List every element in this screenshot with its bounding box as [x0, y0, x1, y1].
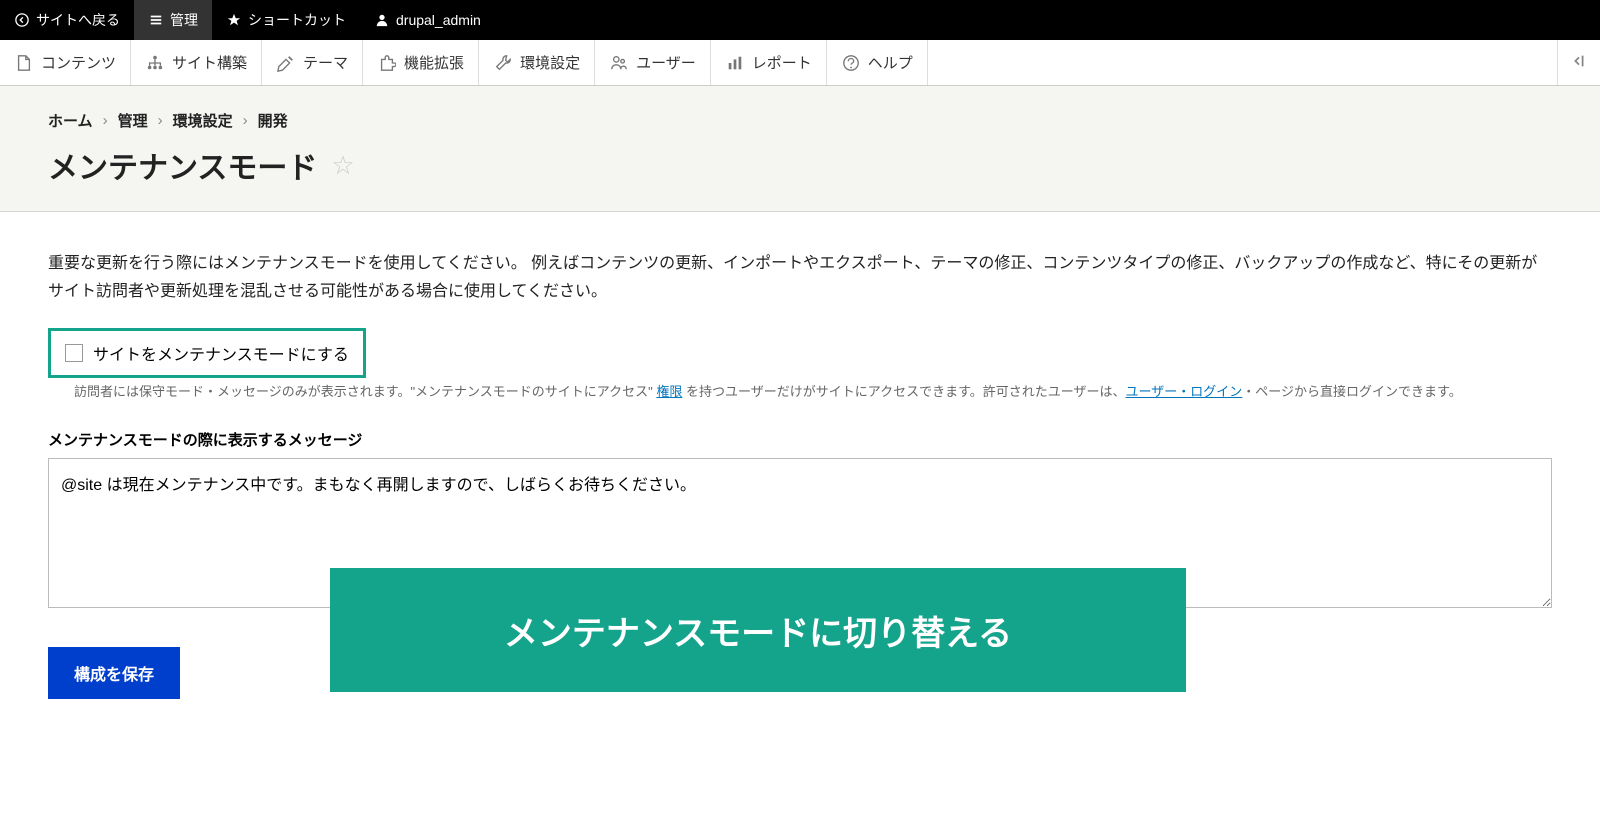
- permissions-link[interactable]: 権限: [656, 384, 682, 399]
- user-label: drupal_admin: [396, 12, 481, 28]
- collapse-icon: [1570, 52, 1588, 74]
- menu-configuration-label: 環境設定: [520, 52, 580, 73]
- collapse-menu-button[interactable]: [1557, 40, 1600, 85]
- breadcrumb-admin[interactable]: 管理: [118, 110, 148, 131]
- back-to-site-label: サイトへ戻る: [36, 10, 120, 30]
- paintbrush-icon: [276, 53, 296, 73]
- save-configuration-button[interactable]: 構成を保存: [48, 647, 180, 699]
- menu-structure-label: サイト構築: [172, 52, 247, 73]
- description-text: 重要な更新を行う際にはメンテナンスモードを使用してください。 例えばコンテンツの…: [48, 250, 1552, 306]
- breadcrumb-sep: ›: [243, 112, 248, 129]
- maintenance-message-textarea[interactable]: [48, 458, 1552, 608]
- menu-content[interactable]: コンテンツ: [0, 40, 131, 85]
- page-title: メンテナンスモード: [48, 143, 317, 187]
- hamburger-icon: [148, 12, 164, 28]
- message-field-label: メンテナンスモードの際に表示するメッセージ: [48, 429, 1552, 450]
- help-icon: [841, 53, 861, 73]
- breadcrumb-dev[interactable]: 開発: [258, 110, 288, 131]
- back-to-site-link[interactable]: サイトへ戻る: [0, 0, 134, 40]
- menu-reports-label: レポート: [752, 52, 812, 73]
- menu-help-label: ヘルプ: [868, 52, 913, 73]
- breadcrumb-home[interactable]: ホーム: [48, 110, 93, 131]
- menu-people-label: ユーザー: [636, 52, 696, 73]
- header-region: ホーム › 管理 › 環境設定 › 開発 メンテナンスモード ☆: [0, 86, 1600, 212]
- menu-reports[interactable]: レポート: [711, 40, 827, 85]
- menu-appearance[interactable]: テーマ: [262, 40, 363, 85]
- menu-people[interactable]: ユーザー: [595, 40, 711, 85]
- file-icon: [14, 53, 34, 73]
- menu-appearance-label: テーマ: [303, 52, 348, 73]
- user-menu[interactable]: drupal_admin: [360, 0, 495, 40]
- menu-help[interactable]: ヘルプ: [827, 40, 928, 85]
- shortcuts-link[interactable]: ショートカット: [212, 0, 360, 40]
- favorite-star-icon[interactable]: ☆: [331, 150, 354, 181]
- people-icon: [609, 53, 629, 73]
- breadcrumb-sep: ›: [103, 112, 108, 129]
- shortcuts-label: ショートカット: [248, 10, 346, 30]
- menu-configuration[interactable]: 環境設定: [479, 40, 595, 85]
- page-title-wrap: メンテナンスモード ☆: [48, 143, 1552, 187]
- user-icon: [374, 12, 390, 28]
- content-area: 重要な更新を行う際にはメンテナンスモードを使用してください。 例えばコンテンツの…: [0, 212, 1600, 737]
- menu-structure[interactable]: サイト構築: [131, 40, 262, 85]
- top-toolbar: サイトへ戻る 管理 ショートカット drupal_admin: [0, 0, 1600, 40]
- maintenance-mode-checkbox[interactable]: [65, 344, 83, 362]
- menu-extend[interactable]: 機能拡張: [363, 40, 479, 85]
- bar-chart-icon: [725, 53, 745, 73]
- menu-content-label: コンテンツ: [41, 52, 116, 73]
- breadcrumb-config[interactable]: 環境設定: [173, 110, 233, 131]
- wrench-icon: [493, 53, 513, 73]
- user-login-link[interactable]: ユーザー・ログイン: [1126, 384, 1243, 399]
- checkbox-help-text: 訪問者には保守モード・メッセージのみが表示されます。"メンテナンスモードのサイト…: [74, 382, 1552, 403]
- star-icon: [226, 12, 242, 28]
- manage-toggle[interactable]: 管理: [134, 0, 212, 40]
- maintenance-mode-checkbox-wrap: サイトをメンテナンスモードにする: [48, 328, 366, 378]
- manage-label: 管理: [170, 10, 198, 30]
- admin-menu: コンテンツ サイト構築 テーマ 機能拡張 環境設定 ユーザー レポート ヘルプ: [0, 40, 1600, 86]
- breadcrumb: ホーム › 管理 › 環境設定 › 開発: [48, 110, 1552, 131]
- puzzle-icon: [377, 53, 397, 73]
- menu-extend-label: 機能拡張: [404, 52, 464, 73]
- maintenance-mode-checkbox-label[interactable]: サイトをメンテナンスモードにする: [93, 341, 349, 365]
- arrow-left-icon: [14, 12, 30, 28]
- sitemap-icon: [145, 53, 165, 73]
- breadcrumb-sep: ›: [158, 112, 163, 129]
